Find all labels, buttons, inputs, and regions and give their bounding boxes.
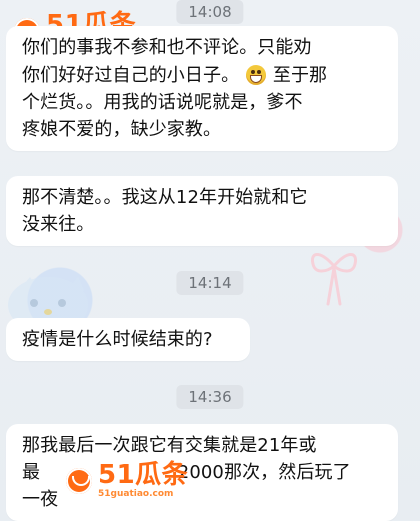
message-line: 你们好好过自己的小日子。 至于那 [22, 61, 382, 89]
timestamp-1: 14:08 [176, 0, 244, 24]
message-line: 一夜 [22, 489, 59, 510]
message-line: 那我最后一次跟它有交集就是21年或 [22, 435, 317, 456]
message-line: 疼娘不爱的，缺少家教。 [22, 119, 222, 140]
timestamp-3: 14:36 [176, 385, 244, 409]
message-line: 没来往。 [22, 214, 95, 235]
message-line-part: 最 [22, 462, 41, 483]
message-line-part: 你们好好过自己的小日子。 [22, 65, 240, 86]
message-bubble-2: 那不清楚。。我这从12年开始就和它 没来往。 [6, 176, 398, 246]
message-line: 个烂货。。用我的话说呢就是，爹不 [22, 92, 303, 113]
message-line: 那不清楚。。我这从12年开始就和它 [22, 187, 308, 208]
ribbon-decoration [310, 253, 358, 306]
message-bubble-3: 疫情是什么时候结束的? [6, 318, 250, 361]
message-line: 你们的事我不参和也不评论。只能劝 [22, 37, 312, 58]
timestamp-2: 14:14 [176, 271, 244, 295]
message-bubble-1: 你们的事我不参和也不评论。只能劝 你们好好过自己的小日子。 至于那 个烂货。。用… [6, 26, 398, 151]
message-line: 疫情是什么时候结束的? [22, 329, 213, 350]
grinning-face-icon [246, 65, 267, 85]
watermark-overlay-mask [62, 463, 172, 488]
message-line-part: 2000那次，然后玩了 [177, 462, 351, 483]
message-line-part: 至于那 [272, 65, 328, 86]
